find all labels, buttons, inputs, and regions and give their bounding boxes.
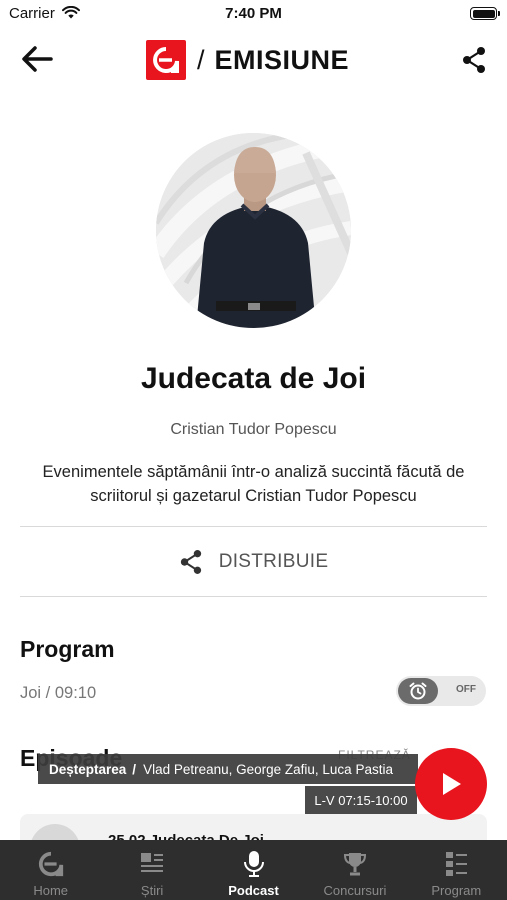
divider [20,526,487,527]
top-header: / EMISIUNE [0,30,507,92]
tab-program[interactable]: Program [406,840,507,900]
program-schedule: Joi / 09:10 [20,684,97,702]
show-author: Cristian Tudor Popescu [170,421,337,438]
tab-contests[interactable]: Concursuri [304,840,405,900]
trophy-icon [304,850,405,878]
brand-title: / EMISIUNE [146,40,349,80]
show-description: Evenimentele săptămânii într-o analiză s… [42,463,465,505]
show-host-photo [156,133,351,328]
now-playing-time: L-V 07:15-10:00 [305,786,417,814]
tab-label: Știri [140,883,164,898]
show-title: Judecata de Joi [140,362,367,395]
play-button[interactable] [415,748,487,820]
tab-news[interactable]: Știri [101,840,202,900]
tab-label: Program [431,883,482,898]
back-arrow-icon[interactable] [19,43,55,75]
tab-home[interactable]: Home [0,840,101,900]
status-bar: Carrier 7:40 PM [0,0,507,30]
reminder-toggle[interactable]: OFF [396,676,486,706]
tab-label: Home [33,883,69,898]
tab-label: Concursuri [323,883,387,898]
now-playing-show: Deșteptarea [49,761,127,777]
news-icon [101,850,202,878]
share-label: DISTRIBUIE [218,551,329,572]
europa-fm-icon [0,850,101,878]
brand-separator: / [197,44,205,75]
bottom-tab-bar: Home Știri Podcast Concursuri Program [0,840,507,900]
share-icon [180,550,201,574]
tab-podcast[interactable]: Podcast [203,840,304,900]
tab-label: Podcast [228,883,279,898]
share-button[interactable]: DISTRIBUIE [0,543,507,581]
now-playing-hosts: Vlad Petreanu, George Zafiu, Luca Pastia [143,761,393,777]
schedule-icon [406,850,507,878]
divider [20,596,487,597]
now-playing-banner[interactable]: Deșteptarea / Vlad Petreanu, George Zafi… [38,754,418,784]
now-playing-separator: / [132,761,137,777]
program-heading: Program [20,636,115,662]
clock: 7:40 PM [225,5,282,22]
battery-icon [470,7,500,20]
play-icon [443,773,461,795]
alarm-clock-icon [398,678,438,704]
section-title: EMISIUNE [214,44,350,75]
microphone-icon [203,850,304,878]
share-icon[interactable] [461,46,487,74]
europa-fm-logo [146,40,186,80]
toggle-state: OFF [456,684,476,695]
